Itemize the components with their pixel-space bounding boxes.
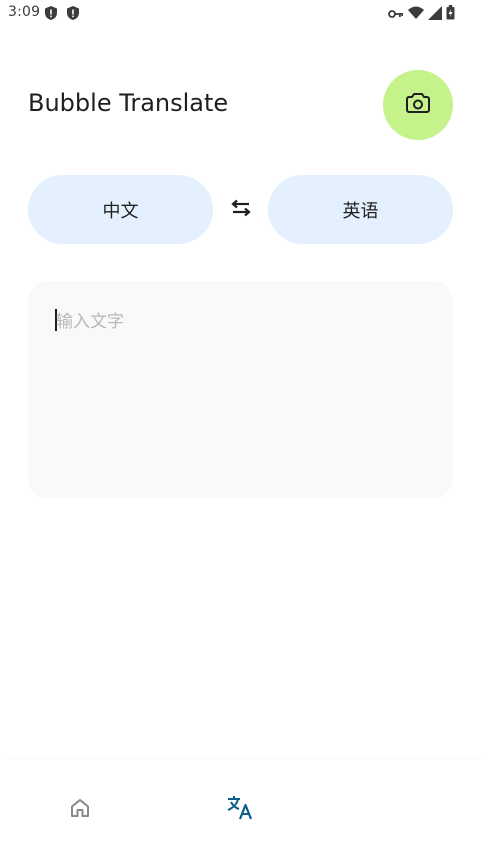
nav-home-button[interactable] xyxy=(60,794,100,826)
camera-icon xyxy=(406,92,430,118)
status-right-icons xyxy=(388,5,455,24)
source-language-label: 中文 xyxy=(102,200,139,222)
status-bar: 3:09 xyxy=(0,0,481,28)
vpn-key-icon xyxy=(388,5,404,24)
swap-icon xyxy=(231,199,251,221)
target-language-button[interactable]: 英语 xyxy=(268,175,453,244)
translate-icon xyxy=(226,795,254,825)
source-language-button[interactable]: 中文 xyxy=(28,175,213,244)
status-time: 3:09 xyxy=(8,4,41,20)
home-icon xyxy=(68,796,92,824)
bottom-navigation xyxy=(0,760,481,855)
status-left-icons xyxy=(44,5,80,25)
signal-icon xyxy=(428,5,442,24)
app-title: Bubble Translate xyxy=(28,89,229,117)
shield-icon xyxy=(66,5,80,25)
swap-languages-button[interactable] xyxy=(226,196,256,224)
shield-icon xyxy=(44,5,58,25)
target-language-label: 英语 xyxy=(342,200,379,222)
wifi-icon xyxy=(408,5,424,24)
camera-button[interactable] xyxy=(383,70,453,140)
nav-translate-button[interactable] xyxy=(220,794,260,826)
text-input[interactable] xyxy=(56,307,426,467)
input-card xyxy=(28,281,453,498)
battery-icon xyxy=(446,5,455,24)
